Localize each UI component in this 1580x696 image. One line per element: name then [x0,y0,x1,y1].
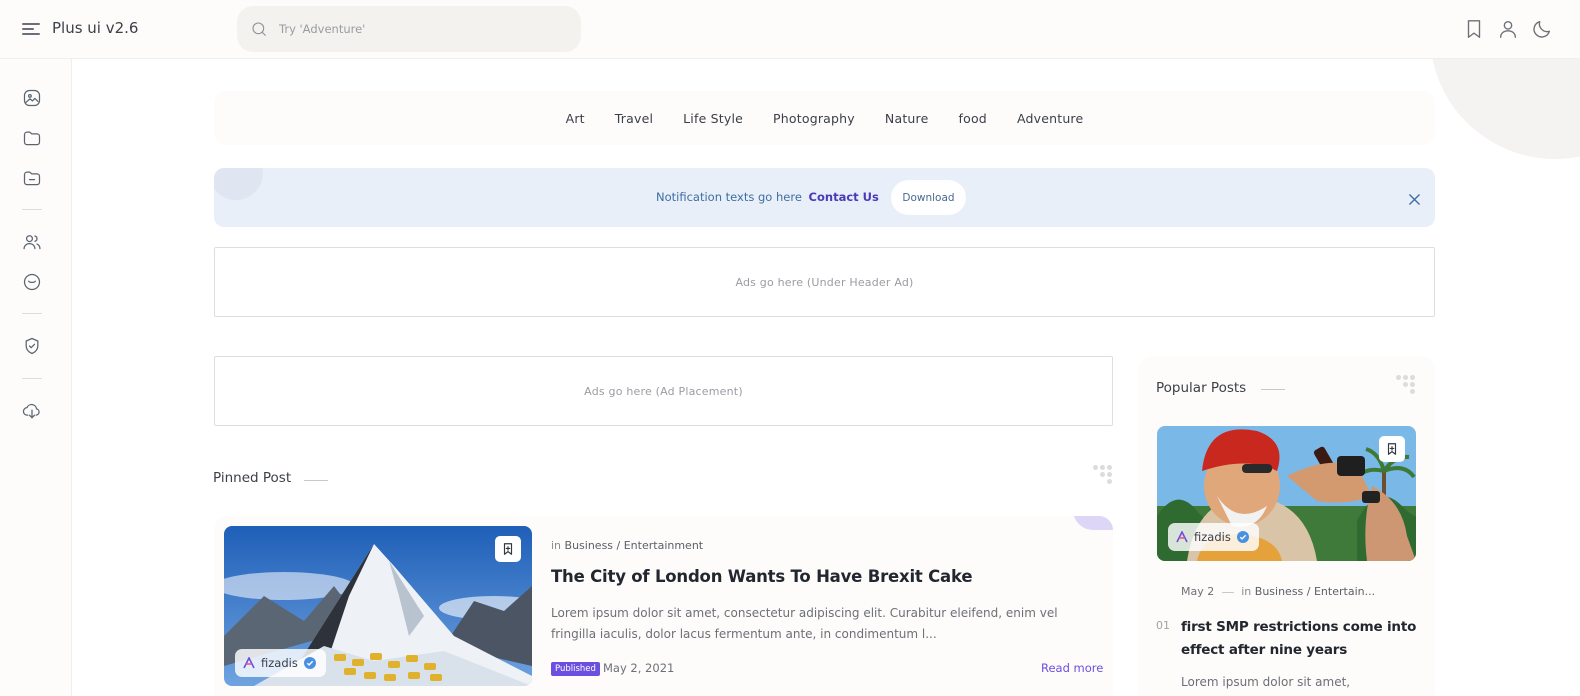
contact-us-link[interactable]: Contact Us [809,190,879,204]
placement-ad-slot: Ads go here (Ad Placement) [214,356,1113,426]
sidebar-divider [22,378,42,379]
search-input[interactable] [279,18,559,40]
menu-icon[interactable] [22,21,42,37]
top-header: Plus ui v2.6 [0,0,1580,59]
popular-post-title[interactable]: first SMP restrictions come into effect … [1181,616,1421,662]
download-cloud-icon[interactable] [22,401,42,421]
header-ad-slot: Ads go here (Under Header Ad) [214,247,1435,317]
post-thumbnail-drink[interactable]: fizadis [1157,426,1416,561]
popular-posts-widget: Popular Posts fizadis May 2 in Business … [1138,356,1435,696]
sidebar-divider [22,209,42,210]
post-rank: 01 [1156,619,1170,632]
bookmark-icon[interactable] [1463,18,1485,40]
post-title[interactable]: The City of London Wants To Have Brexit … [551,567,973,586]
folder-icon[interactable] [22,128,42,148]
meta-separator [1221,591,1234,593]
post-excerpt: Lorem ipsum dolor sit amet, consectetur … [551,606,1058,641]
search-bar[interactable] [237,6,581,52]
sidebar-divider [22,313,42,314]
close-icon[interactable] [1408,191,1421,205]
post-category-link[interactable]: Business / Entertain... [1255,585,1375,598]
shield-check-icon[interactable] [22,336,42,356]
folder-minus-icon[interactable] [22,168,42,188]
nav-item-photography[interactable]: Photography [773,111,855,126]
author-name: fizadis [1194,530,1231,544]
popular-post-excerpt: Lorem ipsum dolor sit amet, [1181,675,1351,689]
placement-ad-text: Ads go here (Ad Placement) [584,384,743,398]
read-more-link[interactable]: Read more [1041,661,1103,675]
author-chip[interactable]: fizadis [1168,523,1259,551]
dots-icon [1396,375,1416,395]
author-name: fizadis [261,656,298,670]
bookmark-icon[interactable] [1379,436,1405,462]
post-category-link[interactable]: Business / Entertainment [565,539,704,552]
heading-underline [304,480,328,481]
download-button[interactable]: Download [891,180,966,215]
decorative-blob [214,168,263,200]
notification-bar: Notification texts go here Contact Us Do… [214,168,1435,227]
site-brand[interactable]: Plus ui v2.6 [52,19,138,37]
verified-icon [1236,531,1249,543]
image-icon[interactable] [22,88,42,108]
decorative-circle [1430,59,1580,159]
nav-item-travel[interactable]: Travel [615,111,653,126]
user-icon[interactable] [1497,18,1519,40]
main-content: Art Travel Life Style Photography Nature… [72,59,1580,696]
dots-icon [1093,465,1113,485]
bookmark-icon[interactable] [495,536,521,562]
nav-item-nature[interactable]: Nature [885,111,929,126]
users-icon[interactable] [22,232,42,252]
category-nav: Art Travel Life Style Photography Nature… [214,91,1435,145]
verified-icon [303,657,316,669]
card-accent [1073,516,1113,530]
popular-posts-heading: Popular Posts [1156,380,1247,396]
nav-item-lifestyle[interactable]: Life Style [683,111,743,126]
post-meta: in Business / Entertainment [551,539,703,552]
nav-item-adventure[interactable]: Adventure [1017,111,1083,126]
author-chip[interactable]: fizadis [235,649,326,677]
in-label: in [1241,585,1252,598]
heading-underline [1261,389,1285,390]
in-label: in [551,539,562,552]
moon-icon[interactable] [1531,18,1553,40]
search-icon [252,22,266,36]
pinned-post-heading: Pinned Post [213,470,292,486]
nav-item-food[interactable]: food [959,111,987,126]
notification-message: Notification texts go here Contact Us [656,190,879,204]
notification-text: Notification texts go here [656,190,802,204]
nav-item-art[interactable]: Art [566,111,585,126]
post-date: May 2, 2021 [603,661,675,675]
post-meta: May 2 in Business / Entertain... [1181,585,1375,598]
smiley-icon[interactable] [22,272,42,292]
left-sidebar [0,59,72,696]
pinned-post-card[interactable]: fizadis in Business / Entertainment The … [214,516,1113,696]
author-logo-icon [1176,531,1188,543]
post-date: May 2 [1181,585,1215,598]
status-badge: Published [551,662,600,676]
author-logo-icon [243,657,255,669]
header-ad-text: Ads go here (Under Header Ad) [735,275,914,289]
post-thumbnail-mountain[interactable]: fizadis [224,526,532,686]
